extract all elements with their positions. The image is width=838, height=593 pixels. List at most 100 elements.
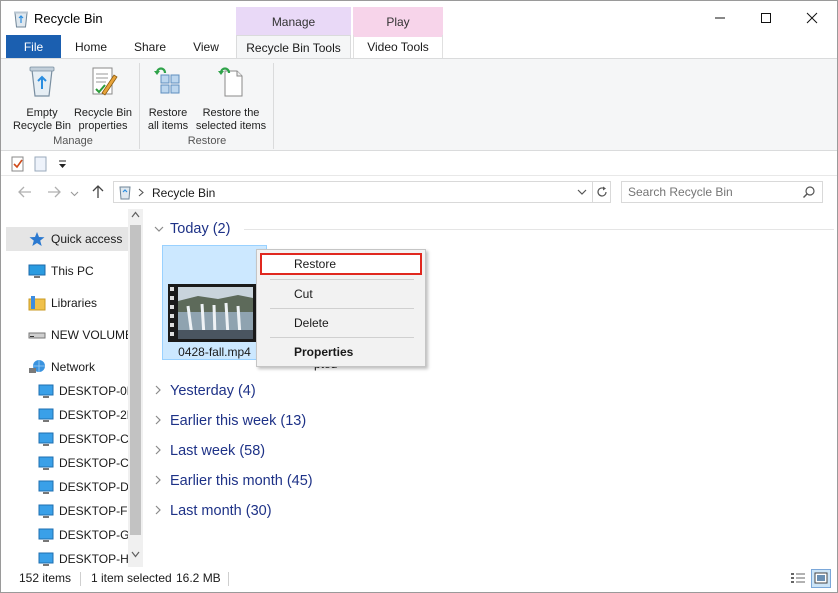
tab-video-tools[interactable]: Video Tools — [353, 35, 443, 59]
nav-pane-scrollbar[interactable] — [128, 209, 143, 567]
monitor-icon — [38, 432, 54, 446]
monitor-icon — [38, 480, 54, 494]
nav-item-network[interactable]: Network — [6, 355, 128, 379]
group-header-last-week[interactable]: Last week (58) — [154, 443, 265, 465]
menu-item-delete[interactable]: Delete — [260, 312, 422, 334]
status-selected-size: 16.2 MB — [176, 571, 221, 585]
nav-item-desktop-2lf[interactable]: DESKTOP-2LF — [6, 403, 128, 427]
new-document-icon[interactable] — [34, 156, 48, 172]
minimize-button[interactable] — [697, 1, 743, 35]
tab-file[interactable]: File — [6, 35, 61, 59]
star-icon — [29, 232, 45, 246]
status-bar: 152 items 1 item selected 16.2 MB — [1, 567, 837, 592]
breadcrumb-recycle-bin[interactable]: Recycle Bin — [152, 186, 215, 200]
nav-item-desktop-h7[interactable]: DESKTOP-H7 — [6, 547, 128, 567]
refresh-button[interactable] — [593, 181, 611, 203]
ribbon-panel: Empty Recycle Bin Recycle Bin properties — [1, 58, 837, 151]
search-icon[interactable] — [802, 185, 816, 199]
group-header-earlier-this-week[interactable]: Earlier this week (13) — [154, 413, 306, 435]
nav-item-libraries[interactable]: Libraries — [6, 291, 128, 315]
breadcrumb-chevron-icon[interactable] — [138, 188, 145, 197]
tab-view[interactable]: View — [184, 35, 228, 59]
file-item[interactable]: 0428-fall.mp4 — [162, 245, 267, 360]
forward-arrow-icon — [48, 186, 61, 198]
forward-button[interactable] — [45, 185, 63, 201]
empty-recycle-bin-label-1: Empty — [26, 107, 58, 119]
empty-recycle-bin-button[interactable]: Empty Recycle Bin — [11, 63, 73, 133]
status-divider — [228, 572, 229, 586]
nav-item-desktop-cj7[interactable]: DESKTOP-CJ7 — [6, 427, 128, 451]
nav-item-label: This PC — [51, 264, 94, 278]
close-icon — [806, 12, 818, 24]
group-divider — [244, 229, 834, 230]
group-header-last-month[interactable]: Last month (30) — [154, 503, 272, 525]
restore-all-items-button[interactable]: Restore all items — [143, 63, 193, 133]
restore-selected-items-button[interactable]: Restore the selected items — [193, 63, 269, 133]
chevron-down-icon — [70, 191, 78, 197]
group-header-label: Last month (30) — [170, 503, 272, 519]
nav-item-desktop-0n[interactable]: DESKTOP-0N — [6, 379, 128, 403]
group-header-label: Earlier this week (13) — [170, 413, 307, 429]
scroll-up-icon[interactable] — [131, 211, 140, 218]
nav-item-label: DESKTOP-CJ7 — [59, 432, 128, 446]
nav-item-label: DESKTOP-D0 — [59, 480, 128, 494]
nav-item-desktop-d0[interactable]: DESKTOP-D0 — [6, 475, 128, 499]
details-view-button[interactable] — [789, 570, 807, 587]
nav-item-this-pc[interactable]: This PC — [6, 259, 128, 283]
context-group-play: Play — [353, 7, 443, 35]
nav-item-desktop-gm[interactable]: DESKTOP-GM — [6, 523, 128, 547]
maximize-button[interactable] — [743, 1, 789, 35]
recycle-bin-icon — [119, 186, 131, 200]
properties-checkmark-icon[interactable] — [11, 156, 25, 172]
chevron-right-icon — [154, 445, 166, 458]
nav-item-new-volume[interactable]: NEW VOLUME — [6, 323, 128, 347]
back-button[interactable] — [16, 185, 34, 201]
large-icons-view-button[interactable] — [811, 569, 831, 588]
tab-share[interactable]: Share — [127, 35, 173, 59]
menu-separator — [270, 308, 414, 309]
menu-item-properties[interactable]: Properties — [260, 341, 422, 363]
context-menu: Restore Cut Delete Properties — [256, 249, 426, 367]
drive-icon — [28, 332, 46, 339]
address-bar[interactable]: Recycle Bin — [113, 181, 593, 203]
ribbon-tab-bar: File Home Share View Recycle Bin Tools V… — [1, 35, 837, 88]
status-divider — [80, 572, 81, 586]
chevron-down-icon — [154, 224, 166, 236]
menu-item-label: Delete — [294, 316, 329, 330]
search-box[interactable] — [621, 181, 823, 203]
nav-item-label: DESKTOP-FKI — [59, 504, 128, 518]
nav-item-quick-access[interactable]: Quick access — [6, 227, 128, 251]
restore-all-items-label-1: Restore — [148, 107, 188, 119]
customize-toolbar-dropdown-icon[interactable] — [58, 159, 67, 169]
tab-home[interactable]: Home — [67, 35, 115, 59]
restore-selected-items-icon — [218, 67, 243, 97]
recent-locations-button[interactable] — [65, 185, 83, 201]
group-header-today[interactable]: Today (2) — [154, 221, 230, 243]
menu-item-restore[interactable]: Restore — [260, 253, 422, 275]
up-button[interactable] — [89, 185, 107, 201]
recycle-bin-icon — [14, 11, 28, 28]
scroll-down-icon[interactable] — [131, 551, 140, 558]
recycle-bin-properties-button[interactable]: Recycle Bin properties — [73, 63, 133, 133]
recycle-bin-properties-label-1: Recycle Bin — [73, 107, 133, 119]
address-dropdown-icon[interactable] — [577, 187, 587, 197]
restore-all-items-label-2: all items — [147, 120, 189, 132]
nav-item-label: Network — [51, 360, 96, 374]
nav-item-label: Libraries — [51, 296, 98, 310]
nav-item-desktop-cv[interactable]: DESKTOP-CV — [6, 451, 128, 475]
monitor-icon — [38, 528, 54, 542]
close-button[interactable] — [789, 1, 835, 35]
context-group-manage-label: Manage — [271, 15, 316, 29]
nav-item-label: DESKTOP-H7 — [59, 552, 128, 566]
restore-selected-items-label-2: selected items — [195, 120, 267, 132]
menu-item-cut[interactable]: Cut — [260, 283, 422, 305]
nav-item-desktop-fki[interactable]: DESKTOP-FKI — [6, 499, 128, 523]
group-header-earlier-this-month[interactable]: Earlier this month (45) — [154, 473, 313, 495]
group-header-yesterday[interactable]: Yesterday (4) — [154, 383, 256, 405]
computer-icon — [28, 264, 46, 278]
scrollbar-thumb[interactable] — [130, 225, 141, 535]
restore-all-items-icon — [154, 67, 180, 94]
tab-recycle-bin-tools[interactable]: Recycle Bin Tools — [236, 35, 351, 60]
search-input[interactable] — [628, 185, 798, 199]
status-selected-count: 1 item selected — [91, 571, 172, 585]
